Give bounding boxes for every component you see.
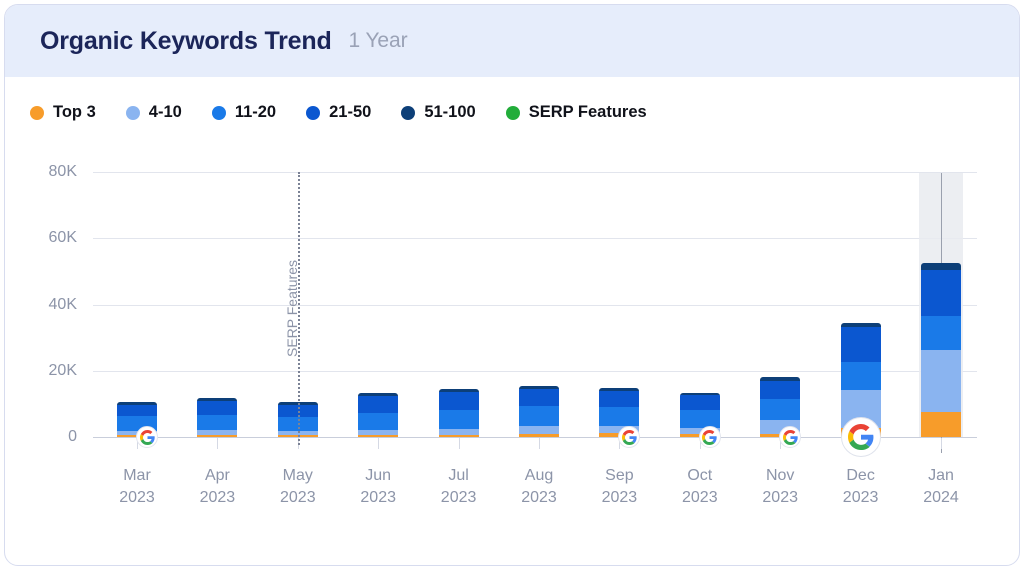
x-label-year: 2023 bbox=[280, 489, 316, 506]
google-logo-icon bbox=[782, 429, 798, 445]
serp-features-annotation-label: SERP Features bbox=[283, 259, 300, 357]
google-logo-icon bbox=[139, 429, 155, 445]
bar-segment-21-50 bbox=[438, 392, 479, 411]
bar-segment-4-10 bbox=[921, 350, 961, 413]
bar-jan-2024[interactable] bbox=[921, 263, 961, 437]
x-label-year: 2023 bbox=[360, 489, 396, 506]
bar-apr-2023[interactable] bbox=[197, 397, 238, 437]
google-update-marker[interactable] bbox=[840, 417, 881, 457]
x-label-year: 2023 bbox=[842, 489, 879, 506]
bar-segment-11-20 bbox=[197, 414, 238, 431]
x-label-month: Apr bbox=[204, 467, 230, 484]
x-label-month: Dec bbox=[846, 467, 875, 484]
y-axis-tick-label: 80K bbox=[48, 163, 77, 180]
google-logo-icon bbox=[847, 424, 874, 450]
x-label-year: 2023 bbox=[119, 489, 155, 506]
x-label-month: Jul bbox=[448, 467, 469, 484]
x-axis-tick bbox=[458, 438, 460, 449]
x-label-month: Jun bbox=[365, 467, 392, 484]
bar-segment-21-50 bbox=[599, 390, 640, 407]
bar-segment-21-50 bbox=[197, 400, 238, 415]
bar-segment-11-20 bbox=[760, 398, 801, 420]
x-label-year: 2023 bbox=[521, 489, 557, 506]
bar-segment-top-3 bbox=[921, 412, 961, 437]
bar-jul-2023[interactable] bbox=[438, 388, 479, 437]
bar-segment-21-50 bbox=[679, 395, 720, 411]
x-label-year: 2023 bbox=[199, 489, 236, 506]
y-axis-tick-label: 60K bbox=[48, 229, 77, 247]
bar-segment-11-20 bbox=[921, 316, 961, 351]
bar-segment-21-50 bbox=[840, 327, 881, 363]
x-axis-tick-label: Jun 2023 bbox=[333, 465, 423, 509]
x-axis-tick-label: Jul 2023 bbox=[414, 465, 504, 509]
google-update-marker[interactable] bbox=[779, 426, 802, 448]
bar-segment-21-50 bbox=[760, 380, 801, 399]
x-label-month: Aug bbox=[524, 467, 554, 484]
bar-segment-top-3 bbox=[438, 434, 479, 437]
x-axis-tick-label: Sep 2023 bbox=[574, 465, 664, 509]
google-logo-icon bbox=[621, 429, 637, 445]
x-axis-tick-label: Apr 2023 bbox=[172, 465, 262, 509]
bar-segment-11-20 bbox=[358, 412, 399, 431]
google-update-marker[interactable] bbox=[136, 426, 158, 448]
google-update-marker[interactable] bbox=[698, 426, 721, 448]
x-label-year: 2023 bbox=[682, 489, 718, 506]
bar-segment-11-20 bbox=[679, 410, 720, 428]
gridline bbox=[93, 172, 977, 173]
bar-segment-top-3 bbox=[358, 435, 399, 437]
google-update-marker[interactable] bbox=[618, 426, 641, 448]
x-label-month: Jan bbox=[928, 467, 954, 484]
x-label-year: 2023 bbox=[440, 489, 477, 506]
x-axis-tick bbox=[941, 438, 942, 449]
x-axis-tick-label: Oct 2023 bbox=[655, 465, 745, 509]
x-label-year: 2023 bbox=[762, 489, 798, 506]
y-axis-tick-label: 20K bbox=[48, 361, 77, 379]
x-axis-tick-label: May 2023 bbox=[253, 465, 343, 509]
x-axis-tick-label: Dec 2023 bbox=[816, 465, 906, 509]
bar-segment-11-20 bbox=[599, 406, 640, 426]
x-axis-tick bbox=[539, 438, 540, 449]
bar-segment-top-3 bbox=[197, 435, 238, 437]
google-logo-icon bbox=[702, 429, 717, 445]
bar-segment-11-20 bbox=[438, 410, 479, 430]
gridline bbox=[93, 304, 977, 306]
x-axis-tick-label: Jan 2024 bbox=[896, 465, 986, 509]
chart-card: Organic Keywords Trend 1 Year Top 3 4-10 1… bbox=[4, 4, 1020, 566]
bar-jun-2023[interactable] bbox=[358, 392, 399, 437]
x-axis-tick bbox=[217, 438, 219, 449]
x-label-month: Oct bbox=[687, 467, 713, 484]
bar-segment-11-20 bbox=[519, 406, 559, 427]
bar-segment-21-50 bbox=[358, 396, 399, 413]
x-axis-tick-label: Nov 2023 bbox=[735, 465, 825, 509]
bar-segment-21-50 bbox=[921, 270, 961, 317]
x-label-year: 2023 bbox=[601, 489, 638, 506]
bar-segment-top-3 bbox=[519, 434, 559, 437]
bar-segment-51-100 bbox=[921, 263, 961, 271]
bar-segment-21-50 bbox=[519, 388, 559, 407]
bar-segment-11-20 bbox=[840, 362, 881, 390]
x-label-month: Nov bbox=[765, 467, 795, 484]
y-axis-tick-label: 40K bbox=[48, 295, 77, 313]
y-axis-tick-label: 0 bbox=[68, 428, 77, 445]
x-axis-tick bbox=[378, 438, 380, 449]
x-label-month: Mar bbox=[123, 467, 151, 484]
x-axis-tick-label: Aug 2023 bbox=[494, 465, 584, 509]
x-axis-tick-label: Mar 2023 bbox=[92, 465, 182, 509]
chart-plot-area: 0 20K 40K 60K 80K Mar 2023 Apr 2023 May 2023 Jun 202… bbox=[5, 5, 1019, 565]
bar-segment-21-50 bbox=[117, 404, 157, 417]
x-label-month: May bbox=[282, 467, 313, 484]
gridline bbox=[93, 238, 977, 240]
x-label-month: Sep bbox=[605, 467, 634, 484]
bar-segment-4-10 bbox=[519, 426, 559, 435]
bar-aug-2023[interactable] bbox=[519, 385, 559, 437]
x-label-year: 2024 bbox=[923, 489, 959, 506]
